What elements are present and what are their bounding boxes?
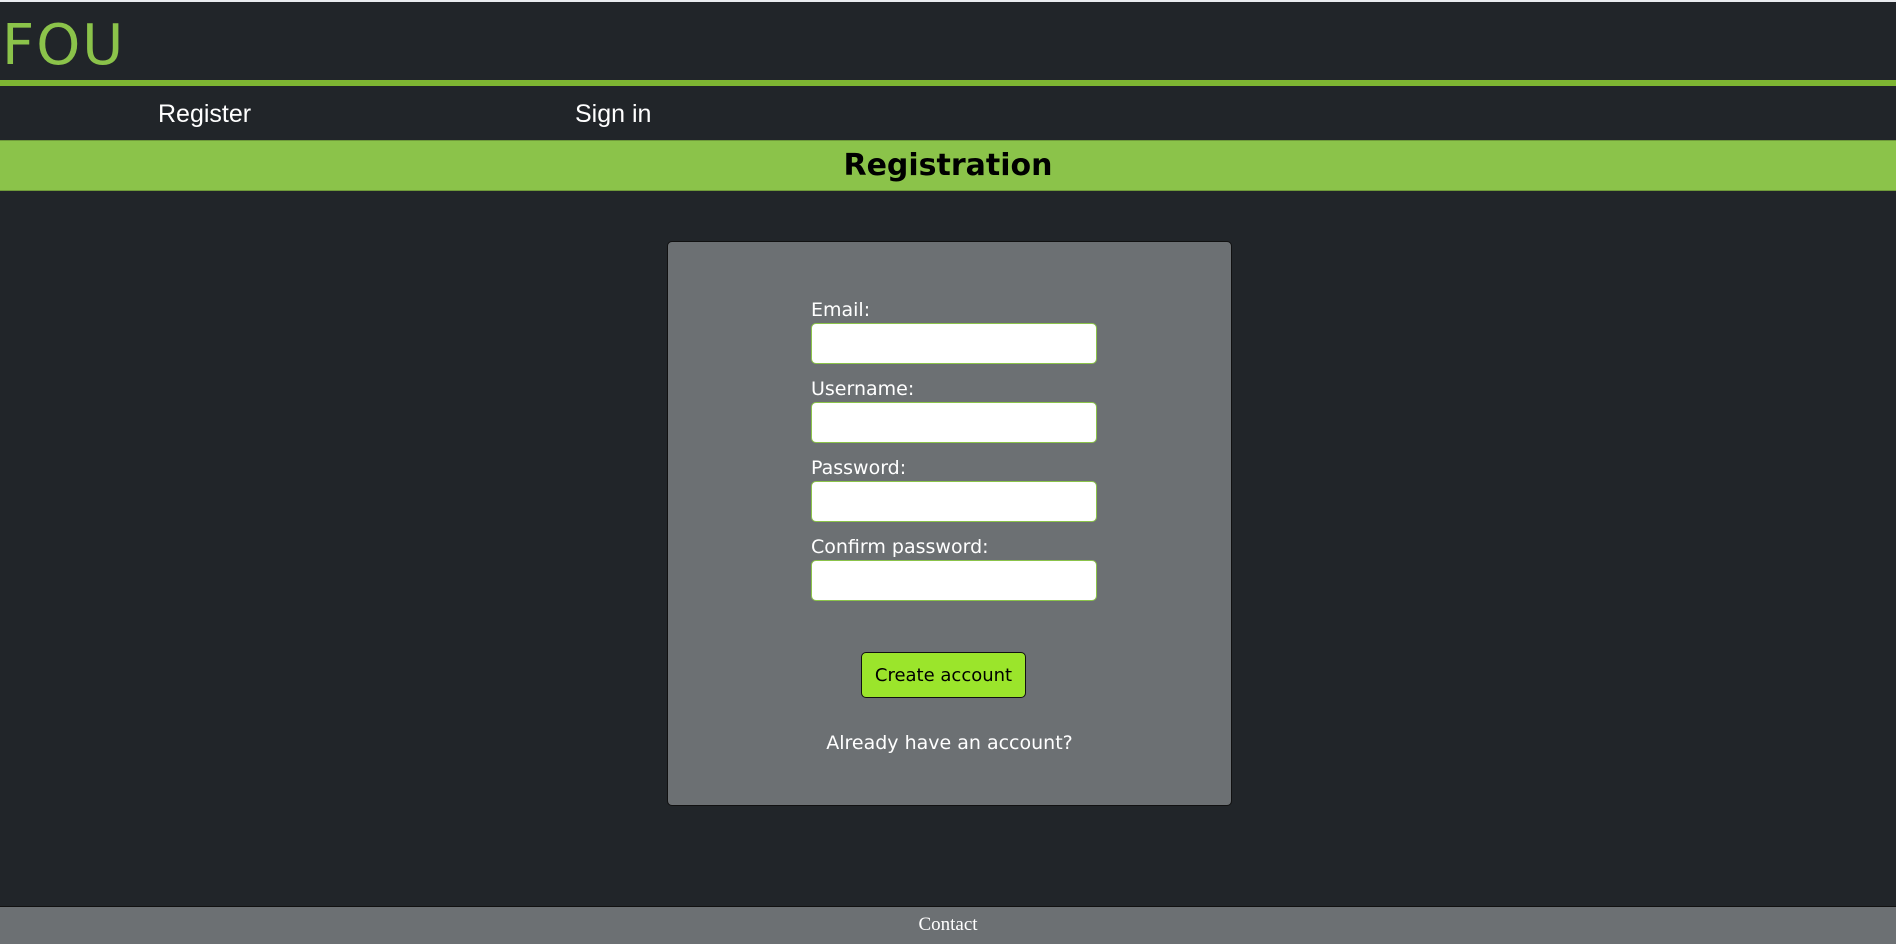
username-field[interactable] [811,402,1097,443]
email-label: Email: [811,299,871,321]
main-nav: Register Sign in [0,86,1896,140]
email-field[interactable] [811,323,1097,364]
registration-form: Email: Username: Password: Confirm passw… [667,241,1232,806]
create-account-button[interactable]: Create account [861,652,1026,698]
page: FOU Register Sign in Registration Email:… [0,0,1896,944]
nav-register-link[interactable]: Register [158,100,251,128]
username-label: Username: [811,378,915,400]
header: FOU [0,0,1896,80]
password-label: Password: [811,457,907,479]
password-field[interactable] [811,481,1097,522]
nav-signin-link[interactable]: Sign in [575,100,651,128]
confirm-password-field[interactable] [811,560,1097,601]
signin-prompt-link[interactable]: Already have an account? [668,732,1231,754]
site-logo[interactable]: FOU [2,16,125,76]
page-banner: Registration [0,140,1896,191]
confirm-password-label: Confirm password: [811,536,989,558]
page-title: Registration [843,148,1053,183]
footer: Contact [0,906,1896,944]
contact-link[interactable]: Contact [918,907,977,943]
